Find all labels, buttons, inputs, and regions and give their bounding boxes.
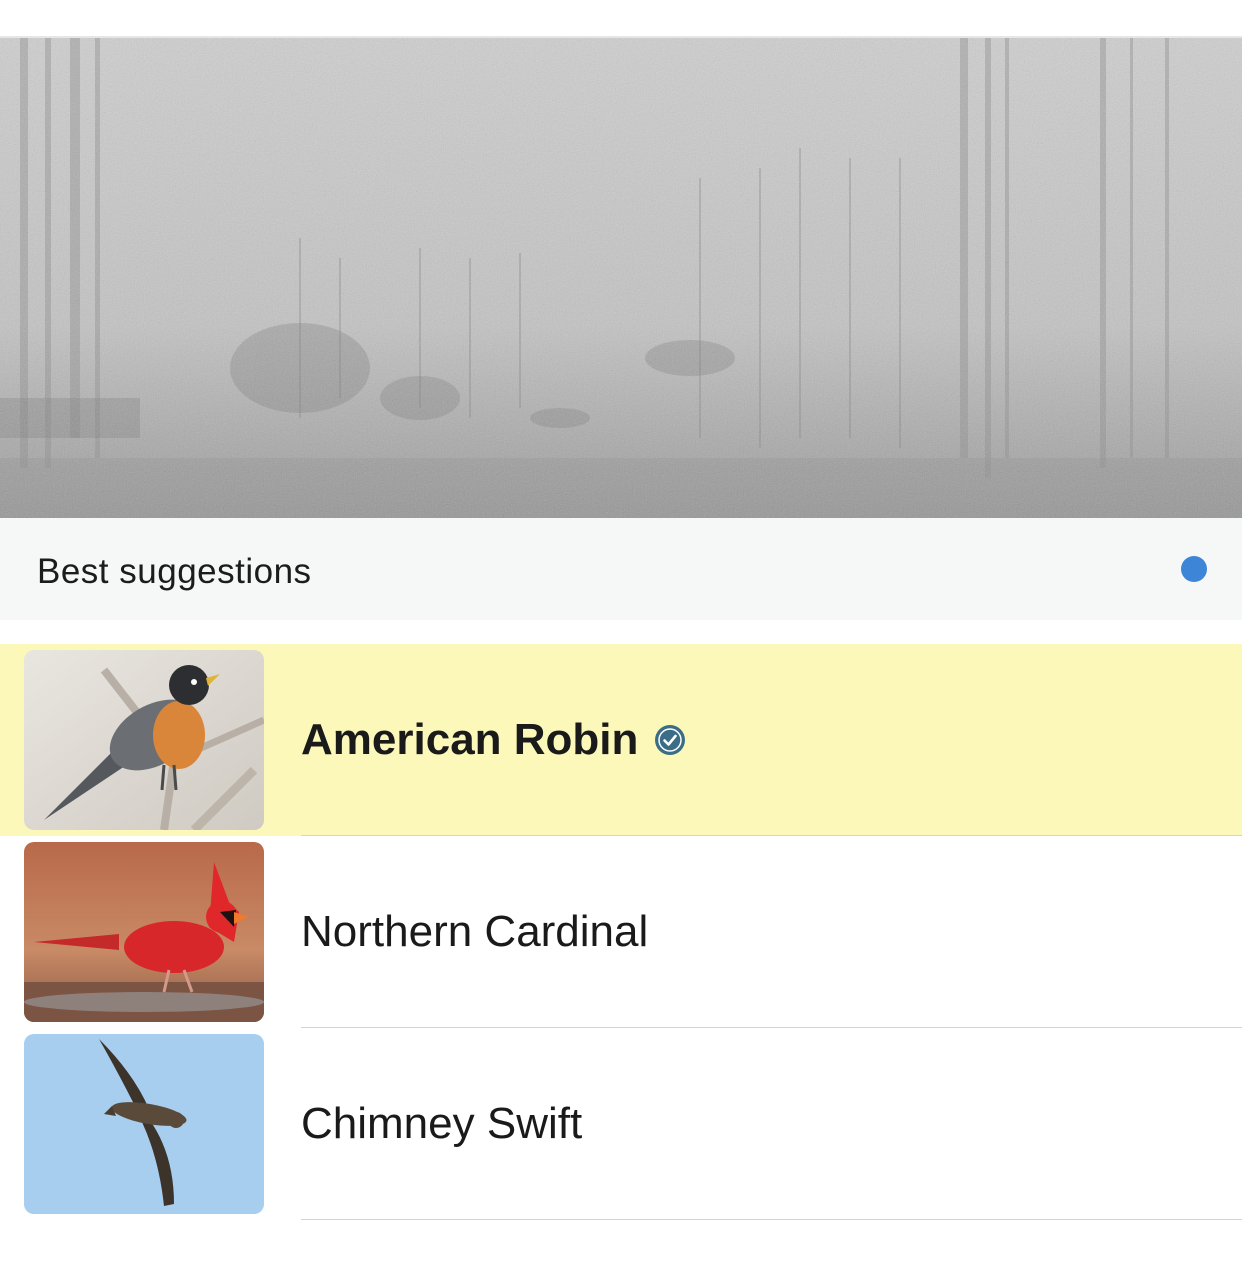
northern-cardinal-photo	[24, 842, 264, 1022]
species-label: Northern Cardinal	[301, 907, 649, 956]
status-dot-icon	[1181, 556, 1207, 582]
top-strip	[0, 0, 1242, 38]
spectrogram[interactable]	[0, 38, 1242, 518]
species-label: Chimney Swift	[301, 1099, 583, 1148]
species-label: American Robin	[301, 715, 639, 764]
suggestion-row-northern-cardinal[interactable]: Northern Cardinal	[0, 836, 1242, 1028]
species-name: American Robin	[301, 644, 686, 836]
species-name: Northern Cardinal	[301, 836, 648, 1028]
american-robin-photo	[24, 650, 264, 830]
verified-check-icon	[655, 725, 686, 755]
suggestion-row-chimney-swift[interactable]: Chimney Swift	[0, 1028, 1242, 1220]
species-name: Chimney Swift	[301, 1028, 582, 1220]
suggestion-list: American Robin Northern Cardinal Chimney…	[0, 644, 1242, 1220]
chimney-swift-photo	[24, 1034, 264, 1214]
suggestion-row-american-robin[interactable]: American Robin	[0, 644, 1242, 836]
suggestions-header: Best suggestions	[0, 518, 1242, 620]
section-title: Best suggestions	[37, 552, 312, 591]
row-divider	[301, 1219, 1242, 1220]
